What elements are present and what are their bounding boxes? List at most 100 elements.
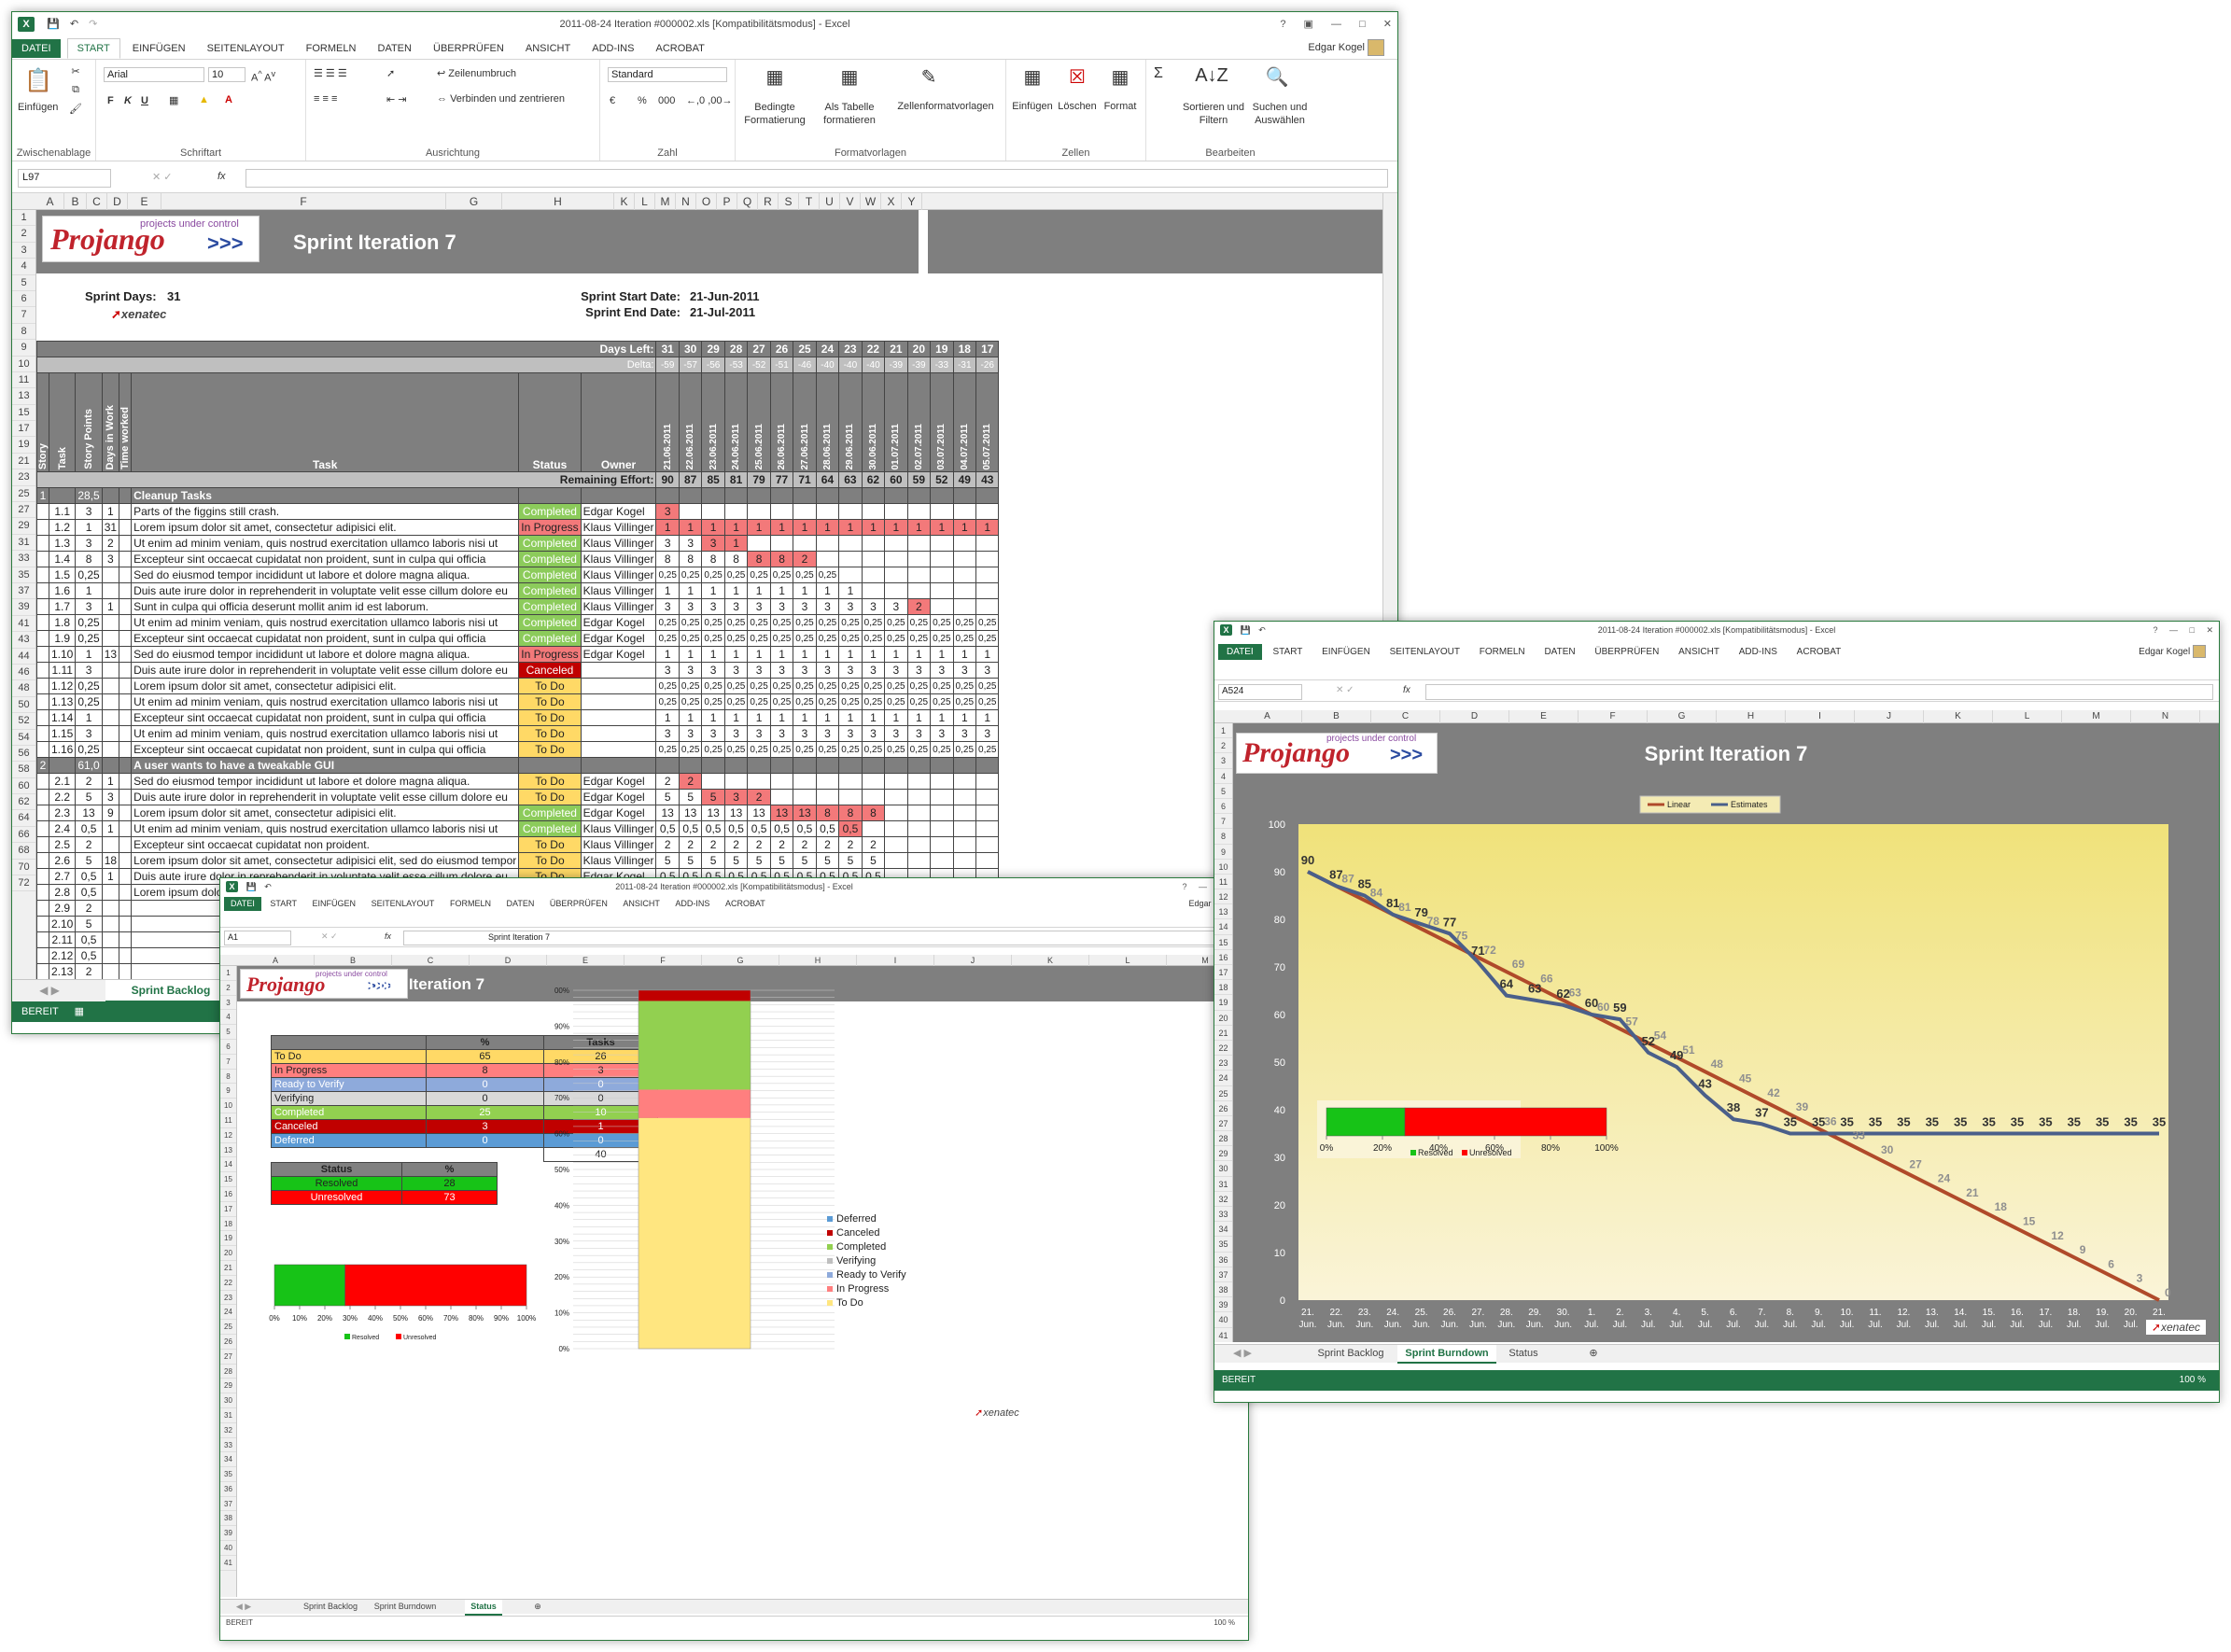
effort-cell[interactable]: 0,25 [678,567,703,583]
effort-cell[interactable]: 1 [906,646,932,663]
task-id[interactable]: 1.11 [48,662,77,679]
tab-einfuegen[interactable]: EINFÜGEN [1313,644,1379,660]
effort-cell[interactable]: 0,25 [884,693,908,710]
effort-cell[interactable]: 0,25 [769,693,794,710]
effort-cell[interactable] [884,789,908,805]
effort-cell[interactable] [861,535,886,552]
task-points[interactable]: 5 [75,789,103,805]
excel-window-status[interactable]: X 💾 ↶ 2011-08-24 Iteration #000002.xls [… [219,877,1249,1641]
effort-cell[interactable]: 3 [861,598,886,615]
effort-cell[interactable] [906,789,932,805]
task-time[interactable] [119,646,133,663]
status-name[interactable]: Completed [271,1105,427,1120]
days-left-cell[interactable]: 17 [975,341,1000,357]
task-id[interactable]: 2.12 [48,947,77,964]
task-text[interactable]: Ut enim ad minim veniam, quis nostrud ex… [131,725,520,742]
task-time[interactable] [119,900,133,917]
effort-cell[interactable]: 0,25 [884,614,908,631]
task-time[interactable] [119,884,133,901]
story-day[interactable] [701,487,725,504]
effort-cell[interactable]: 3 [769,598,794,615]
task-owner[interactable] [580,725,657,742]
header-points[interactable]: Story Points [75,372,103,472]
story-task[interactable] [48,757,77,774]
effort-cell[interactable]: 3 [861,662,886,679]
number-format-select[interactable]: Standard [608,67,727,82]
minimize-icon[interactable]: — [1199,882,1207,891]
task-id[interactable]: 2.11 [48,931,77,948]
effort-cell[interactable] [884,582,908,599]
task-time[interactable] [119,535,133,552]
effort-cell[interactable]: 2 [655,773,680,790]
status-pct[interactable]: 65 [426,1049,544,1064]
effort-cell[interactable]: 5 [701,852,725,869]
story-day[interactable] [975,487,1000,504]
cancel-icon[interactable]: ✕ ✓ [1336,685,1354,695]
effort-cell[interactable]: 0,25 [815,678,840,694]
effort-cell[interactable]: 3 [793,725,817,742]
effort-cell[interactable] [815,503,840,520]
sort-filter-icon[interactable]: A↓Z [1193,65,1230,87]
status-name[interactable]: In Progress [271,1063,427,1078]
tab-formeln[interactable]: FORMELN [1471,644,1534,660]
status-pct[interactable]: 3 [426,1119,544,1134]
story-day[interactable] [930,487,954,504]
effort-cell[interactable]: 0,25 [815,630,840,647]
story-points[interactable]: 61,0 [75,757,103,774]
task-points[interactable]: 0,5 [75,884,103,901]
font-color-icon[interactable]: A [225,94,232,105]
days-left-cell[interactable]: 22 [861,341,886,357]
effort-cell[interactable] [861,551,886,567]
effort-cell[interactable]: 0,25 [838,614,863,631]
help-icon[interactable]: ? [1280,19,1285,30]
format-cells-button[interactable]: Format [1100,101,1141,112]
indent-icon[interactable]: ⇤ ⇥ [386,93,407,105]
task-id[interactable]: 2.10 [48,916,77,932]
sheet-status[interactable]: Projango projects under control >>> Spri… [237,966,1248,1597]
percent-button[interactable]: % [638,95,647,106]
task-points[interactable]: 13 [75,805,103,821]
effort-cell[interactable]: 0,25 [701,741,725,758]
story-day[interactable] [793,487,817,504]
paste-button[interactable]: Einfügen [18,102,58,113]
effort-cell[interactable] [861,773,886,790]
task-id[interactable]: 1.12 [48,678,77,694]
effort-cell[interactable]: 2 [678,773,703,790]
effort-cell[interactable] [838,773,863,790]
delete-cells-icon[interactable]: ☒ [1059,65,1096,89]
delta-cell[interactable]: -39 [884,357,908,373]
task-id[interactable]: 1.2 [48,519,77,536]
effort-cell[interactable]: 0,25 [655,741,680,758]
tab-addins[interactable]: ADD-INS [1731,644,1786,660]
effort-cell[interactable] [906,535,932,552]
effort-cell[interactable]: 0,25 [701,693,725,710]
task-days[interactable] [101,582,120,599]
effort-cell[interactable] [975,836,1000,853]
effort-cell[interactable] [838,551,863,567]
task-days[interactable] [101,662,120,679]
task-points[interactable]: 0,5 [75,868,103,885]
effort-cell[interactable]: 0,25 [747,741,771,758]
sheet-burndown[interactable]: Projango projects under control >>> Spri… [1233,723,2219,1342]
effort-cell[interactable]: 13 [769,805,794,821]
story-cell[interactable] [36,519,49,536]
effort-cell[interactable]: 3 [884,598,908,615]
story-day[interactable] [838,757,863,774]
task-points[interactable]: 2 [75,900,103,917]
effort-cell[interactable]: 0,25 [793,630,817,647]
task-points[interactable]: 0,5 [75,947,103,964]
effort-cell[interactable] [815,773,840,790]
macro-icon[interactable]: ▦ [75,1006,84,1017]
header-story[interactable]: Story [36,372,49,472]
sheet-tab-burndown[interactable]: Sprint Burndown [1397,1345,1496,1364]
story-status[interactable] [518,487,582,504]
effort-cell[interactable]: 1 [723,709,749,726]
effort-cell[interactable]: 3 [655,598,680,615]
sheet-backlog[interactable]: Projango projects under control >>> Spri… [36,210,1382,979]
task-days[interactable] [101,678,120,694]
effort-cell[interactable]: 3 [838,725,863,742]
effort-cell[interactable]: 0,25 [678,741,703,758]
task-status[interactable]: Completed [518,535,582,552]
task-time[interactable] [119,582,133,599]
effort-cell[interactable] [975,567,1000,583]
